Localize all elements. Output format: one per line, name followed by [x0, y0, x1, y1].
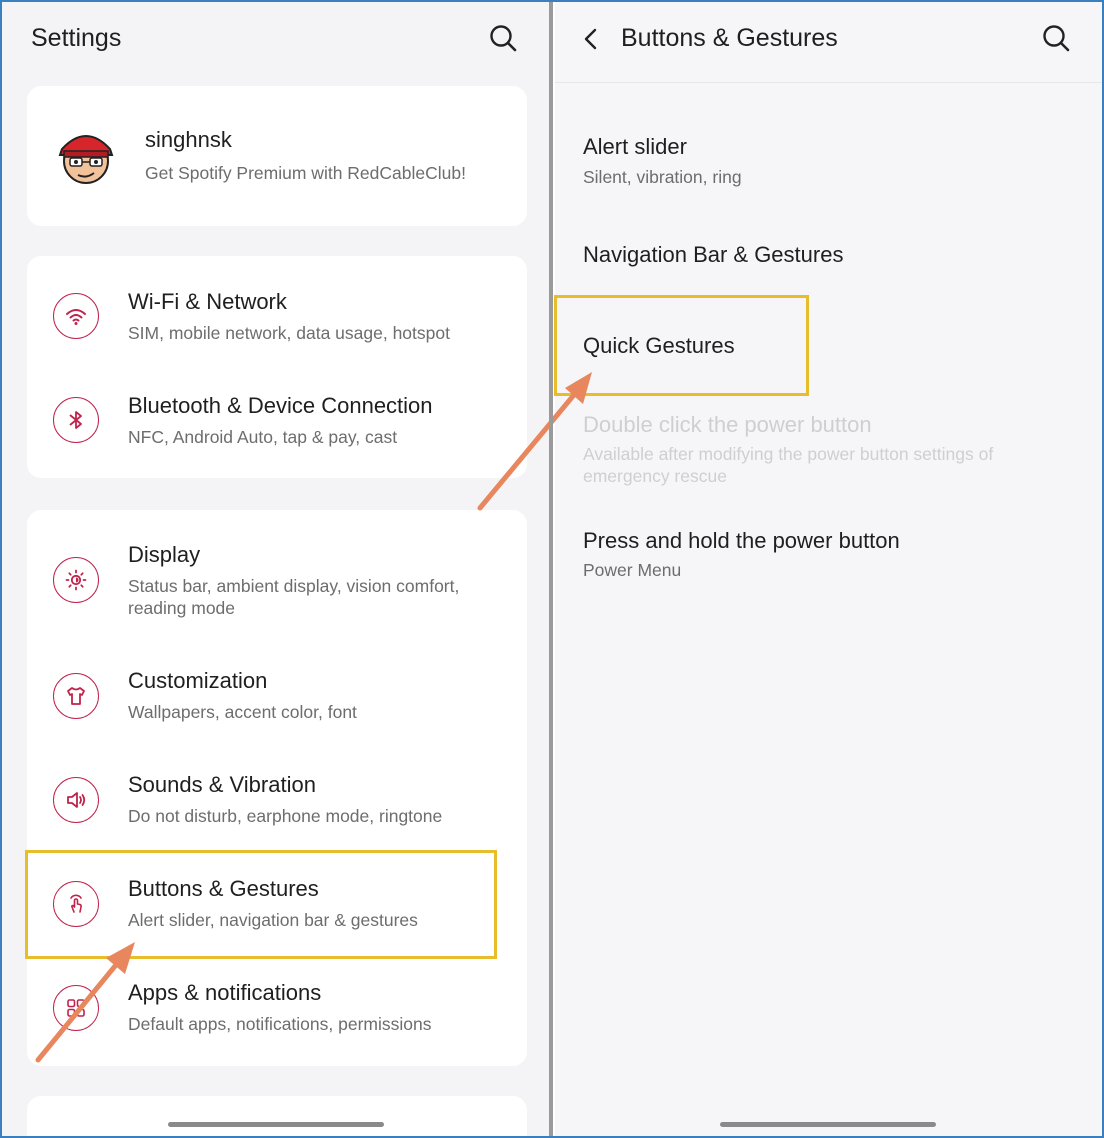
highlight-box: [25, 850, 497, 959]
settings-screen: Settings singhnsk Get Spotify Premium wi…: [2, 2, 549, 1136]
account-subtitle: Get Spotify Premium with RedCableClub!: [145, 163, 466, 183]
avatar: [58, 135, 114, 184]
item-subtitle: Power Menu: [583, 560, 682, 580]
back-icon[interactable]: [581, 26, 601, 52]
buttons-gestures-screen: Buttons & Gestures Alert slider Silent, …: [555, 2, 1102, 1136]
item-title: Bluetooth & Device Connection: [128, 393, 433, 418]
apps-icon: [53, 985, 99, 1031]
item-title: Press and hold the power button: [583, 528, 900, 553]
search-icon[interactable]: [488, 23, 518, 53]
item-title: Alert slider: [583, 134, 687, 159]
next-card: [27, 1096, 527, 1136]
wifi-icon: [53, 293, 99, 339]
network-card: Wi-Fi & Network SIM, mobile network, dat…: [27, 256, 527, 478]
item-title: Customization: [128, 668, 268, 693]
item-title: Wi-Fi & Network: [128, 289, 287, 314]
item-title: Sounds & Vibration: [128, 772, 316, 797]
panel-divider: [549, 0, 553, 1138]
bluetooth-icon: [53, 397, 99, 443]
page-title: Settings: [31, 24, 122, 52]
highlight-box: [554, 295, 809, 396]
tshirt-icon: [53, 673, 99, 719]
account-card[interactable]: singhnsk Get Spotify Premium with RedCab…: [27, 86, 527, 226]
item-title: Double click the power button: [583, 412, 872, 437]
item-title: Navigation Bar & Gestures: [583, 242, 844, 267]
page-title: Buttons & Gestures: [621, 24, 838, 52]
item-subtitle: Status bar, ambient display, vision comf…: [128, 576, 460, 618]
item-subtitle: Wallpapers, accent color, font: [128, 702, 357, 722]
item-title: Display: [128, 542, 201, 567]
item-subtitle: Available after modifying the power butt…: [583, 444, 994, 486]
account-name: singhnsk: [145, 127, 232, 152]
brightness-icon: [53, 557, 99, 603]
item-title: Apps & notifications: [128, 980, 322, 1005]
device-card: Display Status bar, ambient display, vis…: [27, 510, 527, 1066]
item-subtitle: Default apps, notifications, permissions: [128, 1014, 432, 1034]
item-subtitle: Silent, vibration, ring: [583, 167, 742, 187]
speaker-icon: [53, 777, 99, 823]
home-indicator[interactable]: [720, 1122, 936, 1127]
item-subtitle: SIM, mobile network, data usage, hotspot: [128, 323, 450, 343]
item-subtitle: Do not disturb, earphone mode, ringtone: [128, 806, 443, 826]
home-indicator[interactable]: [168, 1122, 384, 1127]
search-icon[interactable]: [1041, 23, 1071, 53]
item-subtitle: NFC, Android Auto, tap & pay, cast: [128, 427, 398, 447]
